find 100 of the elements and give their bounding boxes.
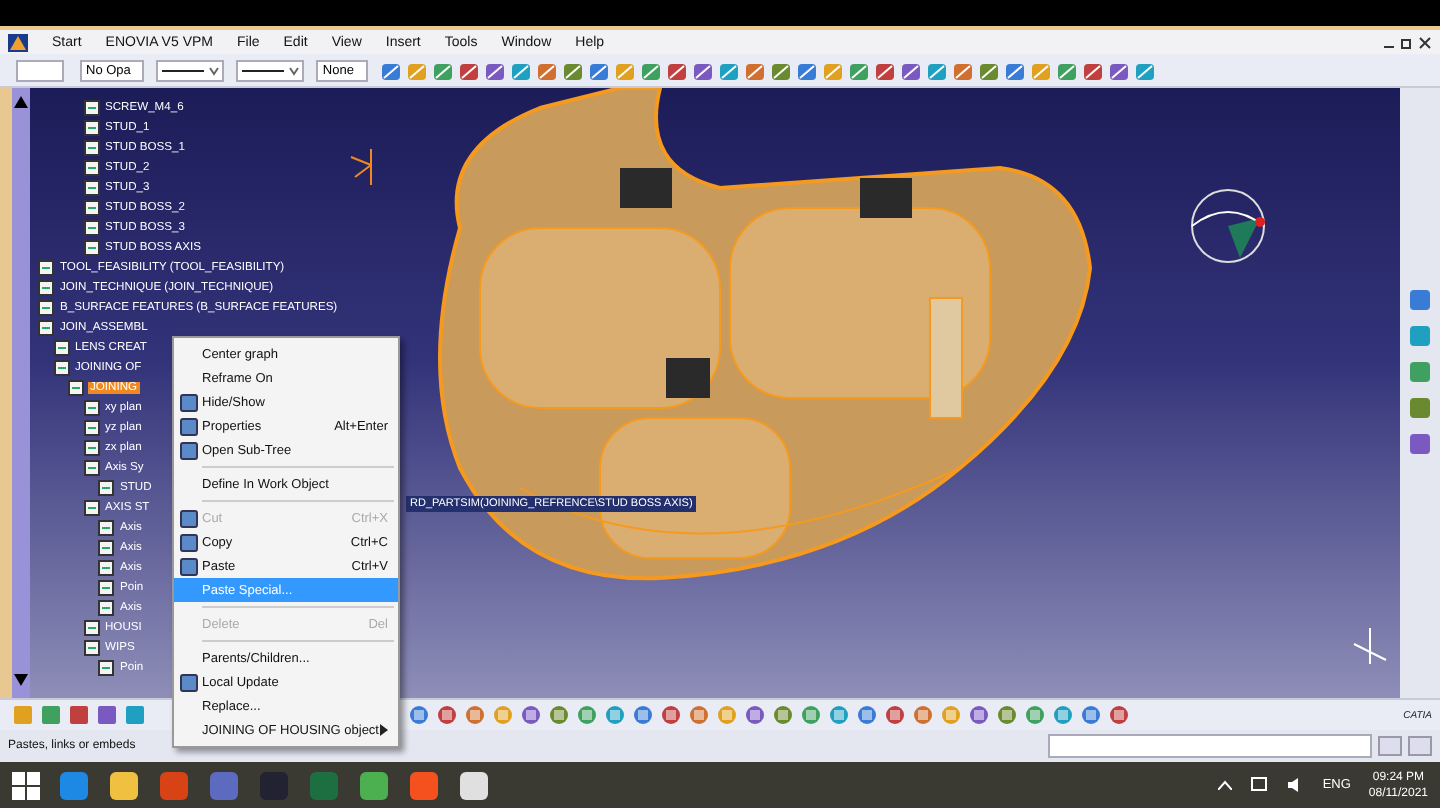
toolbar-icon[interactable] [1024,704,1046,726]
toolbar-icon[interactable] [1029,59,1052,81]
toolbar-icon[interactable] [1133,59,1156,81]
toolbar-icon[interactable] [1081,59,1104,81]
toolbar-icon[interactable] [691,59,714,81]
toolbar-icon[interactable] [821,59,844,81]
toolbar-icon[interactable] [68,704,90,726]
windows-start-icon[interactable] [12,771,40,799]
line-style-dropdown[interactable] [236,59,305,81]
scroll-up-icon[interactable] [14,96,28,108]
toolbar-icon[interactable] [717,59,740,81]
tree-node-icon [98,560,114,576]
toolbar-icon[interactable] [1108,704,1130,726]
toolbar-icon[interactable] [587,59,610,81]
tree-node-icon [98,480,114,496]
toolbar-icon[interactable] [1003,59,1026,81]
tree-node-icon [38,320,54,336]
status-button[interactable] [1408,736,1432,756]
toolbar-icon[interactable] [464,704,486,726]
toolbar-icon[interactable] [561,59,584,81]
tree-node-icon [83,200,99,216]
toolbar-icon[interactable] [632,704,654,726]
toolbar-icon[interactable] [408,704,430,726]
toolbar-icon[interactable] [604,704,626,726]
toolbar-icon[interactable] [1052,704,1074,726]
tree-node-icon [83,620,99,636]
tree-node-icon [38,260,54,276]
color-field[interactable] [16,59,64,81]
taskbar-app-icon[interactable] [458,769,490,801]
toolbar-icon[interactable] [925,59,948,81]
tree-node-icon [98,540,114,556]
toolbar-icon[interactable] [1080,704,1102,726]
toolbar-icon[interactable] [509,59,532,81]
line-style-dropdown[interactable] [156,59,225,81]
toolbar-icon[interactable] [769,59,792,81]
toolbar-icon[interactable] [800,704,822,726]
toolbar-icon[interactable] [828,704,850,726]
taskbar-app-icon[interactable] [108,769,140,801]
toolbar-icon[interactable] [856,704,878,726]
tree-node-icon [83,140,99,156]
tree-node-icon [83,640,99,656]
toolbar-icon[interactable] [772,704,794,726]
toolbar-icon[interactable] [576,704,598,726]
toolbar-icon[interactable] [847,59,870,81]
toolbar-icon[interactable] [431,59,454,81]
toolbar-icon[interactable] [665,59,688,81]
tree-node-icon [98,520,114,536]
scrollbar[interactable] [12,88,30,698]
tree-node-icon [98,580,114,596]
toolbar-icon[interactable] [124,704,146,726]
toolbar-icon[interactable] [457,59,480,81]
tree-node-icon [83,420,99,436]
scroll-down-icon[interactable] [14,674,28,686]
toolbar-icon[interactable] [795,59,818,81]
toolbar-icon[interactable] [405,59,428,81]
close-icon[interactable] [1418,35,1432,49]
toolbar-icon[interactable] [520,704,542,726]
tree-node-icon [38,300,54,316]
restore-icon[interactable] [1400,35,1414,49]
command-input-field[interactable] [1048,734,1372,758]
taskbar-app-icon[interactable] [358,769,390,801]
toolbar-icon[interactable] [1408,288,1432,312]
toolbar-icon[interactable] [996,704,1018,726]
toolbar-icon[interactable] [1408,324,1432,348]
chevron-up-icon[interactable] [1218,780,1233,790]
toolbar-icon[interactable] [639,59,662,81]
toolbar-icon[interactable] [744,704,766,726]
toolbar-icon[interactable] [1408,432,1432,456]
toolbar-icon[interactable] [899,59,922,81]
toolbar-icon[interactable] [548,704,570,726]
tree-node-icon [83,180,99,196]
toolbar-icon[interactable] [613,59,636,81]
toolbar-icon[interactable] [884,704,906,726]
axis-triad-icon [350,148,374,186]
toolbar-icon[interactable] [912,704,934,726]
toolbar-icon[interactable] [968,704,990,726]
toolbar-icon[interactable] [1107,59,1130,81]
tree-node-icon [38,280,54,296]
status-button[interactable] [1378,736,1402,756]
toolbar-icon[interactable] [535,59,558,81]
tree-node-icon [83,100,99,116]
tree-node-icon [83,120,99,136]
toolbar-icon[interactable] [1055,59,1078,81]
tree-node-icon [68,380,84,396]
toolbar-icon[interactable] [40,704,62,726]
toolbar-icon[interactable] [379,59,402,81]
toolbar-icon[interactable] [483,59,506,81]
toolbar-icon[interactable] [436,704,458,726]
toolbar-icon[interactable] [1408,396,1432,420]
toolbar-icon[interactable] [743,59,766,81]
toolbar-icon[interactable] [873,59,896,81]
toolbar-icon[interactable] [951,59,974,81]
tree-node-icon [83,160,99,176]
tree-node-icon [53,360,69,376]
network-icon[interactable] [1250,776,1269,794]
toolbar-icon[interactable] [1408,360,1432,384]
toolbar-icon[interactable] [96,704,118,726]
toolbar-icon[interactable] [688,704,710,726]
toolbar-icon[interactable] [660,704,682,726]
toolbar-icon[interactable] [977,59,1000,81]
